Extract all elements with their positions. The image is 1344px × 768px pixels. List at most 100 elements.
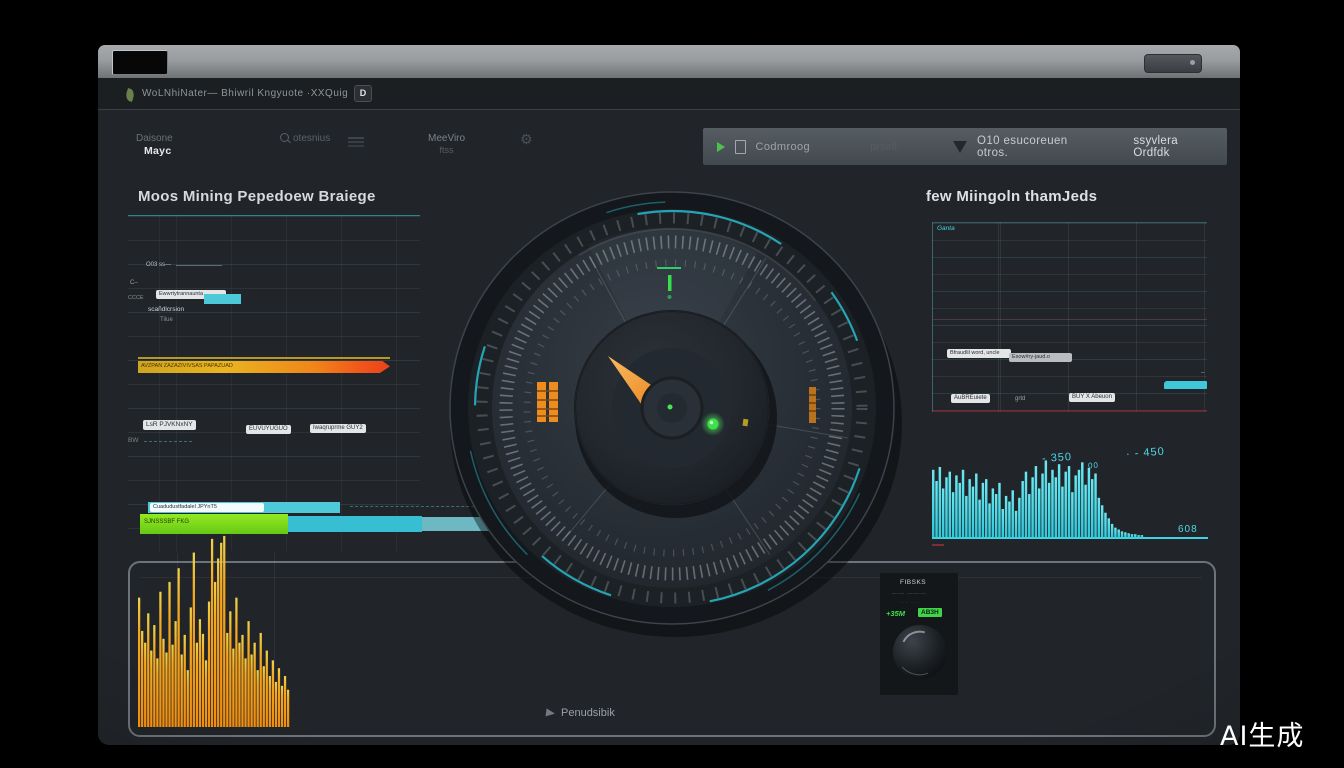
nav-item-sublabel: Mayc: [144, 145, 173, 157]
flag-icon: [545, 708, 555, 717]
hub-cap-inner: [657, 393, 687, 423]
stacked-bar-lightcyan: [422, 517, 518, 531]
run-label[interactable]: Codmroog: [756, 141, 811, 153]
app-chip[interactable]: D: [354, 85, 372, 102]
stacked-bar-label: Cuadudustfadalel JPYnT5: [150, 503, 264, 512]
annotation: 00: [1088, 461, 1100, 471]
grid-corner-label: Ganta: [937, 225, 955, 232]
nav-item-meeviro[interactable]: MeeViro ftss: [428, 133, 465, 155]
leaf-icon: [124, 88, 135, 102]
nav-item-sublabel: ftss: [428, 145, 465, 155]
green-top-dot: [668, 295, 672, 299]
titlebar-button[interactable]: [112, 50, 168, 75]
axis-label: BW: [128, 437, 138, 444]
menu-lines-icon[interactable]: [348, 137, 364, 139]
nav-item-label: otesnius: [293, 133, 330, 144]
hub-shadow: [575, 316, 777, 518]
document-icon[interactable]: [735, 140, 746, 154]
bottom-panel: Penudsibik FIBSKS —— ——— ··· ···· +35M A…: [128, 561, 1216, 737]
app-window: WoLNhiNater— Bhiwril Kngyuote ·XXQuig D …: [98, 45, 1240, 745]
titlebar: [98, 45, 1240, 79]
dark-triangle-icon: [953, 141, 967, 153]
annotation: - 350: [1042, 451, 1073, 465]
tick-label: CCCE: [128, 295, 144, 301]
nav-right-bar: Codmroog prsetl O10 esucoreuen otros. ss…: [703, 128, 1227, 165]
sphere-graphic: [893, 625, 947, 679]
nav-item-label: MeeViro: [428, 133, 465, 144]
link-label[interactable]: ssyvlera Ordfdk: [1133, 135, 1213, 159]
toolbar: WoLNhiNater— Bhiwril Kngyuote ·XXQuig D: [98, 78, 1240, 110]
legend-row[interactable]: Penudsibik: [546, 707, 615, 719]
faint-label: prsetl: [870, 141, 897, 153]
navbar: Daisone Mayc otesnius MeeViro ftss ⚙ Cod…: [98, 125, 1240, 167]
led-block-left: [537, 382, 558, 422]
gauge-hub: [575, 311, 769, 505]
status-dot-highlight: [710, 421, 714, 425]
cyan-bar: [1164, 381, 1207, 389]
play-icon[interactable]: [717, 142, 725, 152]
label-pill: EUVUYUGUO: [246, 425, 291, 434]
toolbar-breadcrumb: WoLNhiNater— Bhiwril Kngyuote ·XXQuig: [142, 88, 348, 99]
yellow-dash: [742, 419, 748, 427]
green-top-tick: [668, 275, 672, 291]
nav-item-daisone[interactable]: Daisone Mayc: [136, 133, 173, 157]
legend-label: Penudsibik: [561, 707, 615, 719]
center-green-dot: [668, 405, 673, 410]
tick-ring-minor: [527, 263, 817, 553]
status-dot-glow: [701, 412, 725, 436]
stacked-bar-cyan: [288, 516, 422, 532]
card-line: —— ———: [892, 591, 927, 597]
hub-cap: [642, 378, 702, 438]
gear-icon[interactable]: ⚙: [520, 131, 533, 148]
cyan-bar: [204, 294, 241, 304]
watermark: AI生成: [1220, 714, 1304, 753]
tick-label: C–: [130, 280, 138, 286]
nav-item-label: Daisone: [136, 133, 173, 144]
annotation: 608: [1178, 524, 1198, 535]
orange-bar: AVZPAN ZAZAZIVIVSAS PAPAZUAD: [138, 357, 390, 374]
tick-ring-outer: [482, 218, 862, 598]
stacked-bar-top: Cuadudustfadalel JPYnT5: [148, 502, 340, 513]
right-panel-title: few Miingoln thamJeds: [926, 188, 1097, 205]
dash-mark: –: [1201, 369, 1205, 376]
label-pill: LsR PJVKNxNY: [143, 420, 196, 430]
label-pill: Bfraudlil word, uncle: [947, 349, 1011, 358]
orange-bar-topline: [138, 357, 390, 359]
orange-histogram: [138, 531, 290, 727]
status-label[interactable]: O10 esucoreuen otros.: [977, 135, 1095, 159]
needle-shadow: [614, 364, 680, 419]
tick-label: O03 ss—: [146, 262, 171, 268]
screen: WoLNhiNater— Bhiwril Kngyuote ·XXQuig D …: [0, 0, 1344, 768]
tick-ring-major: [506, 242, 838, 574]
histogram-baseline: [932, 537, 1208, 539]
card-green-badge: AB3H: [918, 608, 942, 617]
face-wedge: [588, 228, 757, 408]
mini-card: FIBSKS —— ——— ··· ···· +35M AB3H: [880, 573, 958, 695]
gauge-face: [492, 228, 852, 588]
label-suffix: grtd: [1015, 396, 1025, 402]
led-block-right: [809, 387, 816, 423]
label-pill: AuBREuiete: [951, 394, 990, 403]
cyan-histogram: [932, 453, 1144, 537]
radial-lines: [566, 257, 848, 555]
label-pill: Iwaqruprme GUY2: [310, 424, 366, 433]
titlebar-handle[interactable]: [1144, 54, 1202, 73]
status-green-dot: [708, 419, 719, 430]
gauge-needle: [608, 356, 674, 411]
pink-gridline: [933, 319, 1207, 320]
left-panel-title: Moos Mining Pepedoew Braiege: [138, 188, 376, 205]
right-grid: Ganta Bfraudlil word, uncle Esow#ry-jaud…: [932, 222, 1207, 412]
search-icon: [280, 133, 289, 142]
card-title: FIBSKS: [900, 579, 926, 586]
hub-mid: [612, 348, 732, 468]
card-line: ··· ····: [900, 600, 921, 606]
gauge-casing: [450, 192, 894, 624]
label-pill: BUY X Abeuon: [1069, 393, 1115, 402]
nav-item-search[interactable]: otesnius: [280, 133, 330, 144]
sub-label: Tilue: [160, 317, 173, 323]
card-green-value: +35M: [886, 609, 905, 618]
label-pill: Esow#ry-jaud.o: [1009, 353, 1072, 362]
dotted-line: [350, 506, 520, 507]
orange-bar-note: AVZPAN ZAZAZIVIVSAS PAPAZUAD: [141, 363, 297, 369]
red-gridline: [933, 410, 1207, 412]
